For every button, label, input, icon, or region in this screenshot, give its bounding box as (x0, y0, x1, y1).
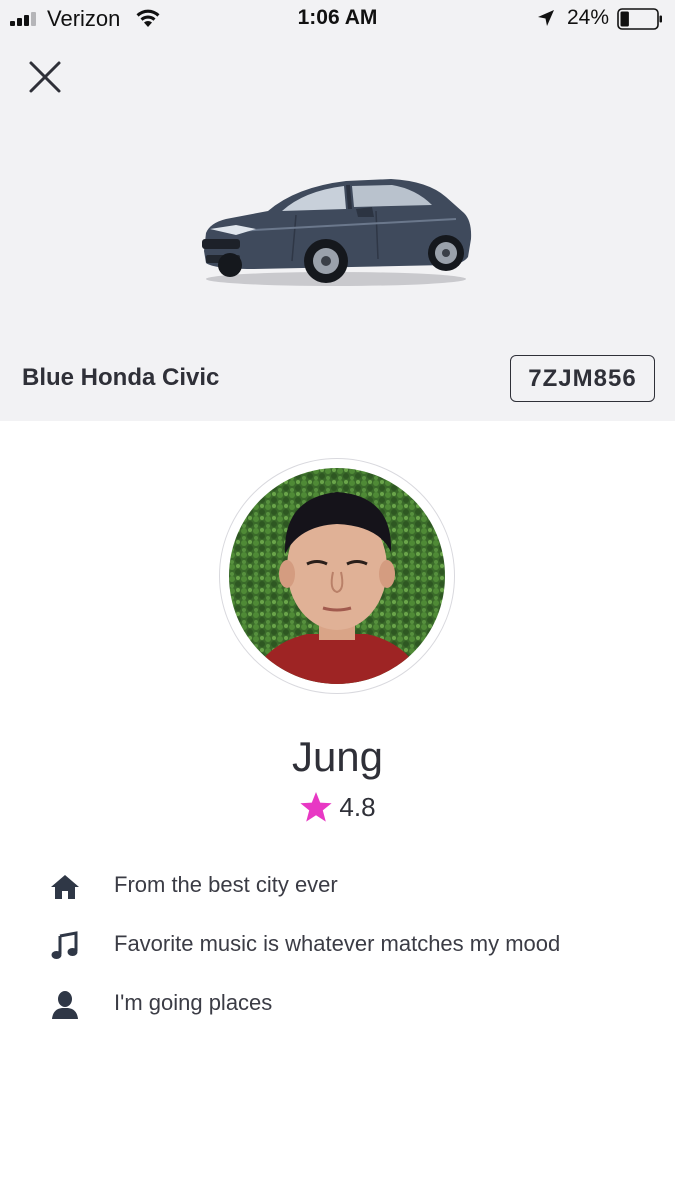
location-arrow-icon (538, 10, 554, 26)
fact-music: Favorite music is whatever matches my mo… (0, 919, 675, 978)
driver-name: Jung (291, 733, 384, 780)
fact-text: I'm going places (114, 990, 273, 1015)
driver-rating: 4.8 (0, 790, 675, 824)
license-plate: 7ZJM856 (510, 355, 655, 402)
car-description: Blue Honda Civic (22, 364, 220, 391)
star-icon (300, 792, 333, 822)
person-icon (52, 991, 78, 1019)
home-icon (51, 875, 79, 899)
rating-value: 4.8 (339, 791, 376, 822)
fact-hometown: From the best city ever (0, 860, 675, 919)
music-note-icon (51, 931, 78, 959)
fact-tagline: I'm going places (0, 978, 675, 1037)
battery-percentage: 24% (567, 6, 610, 29)
battery-icon (617, 8, 662, 30)
driver-avatar (229, 468, 445, 684)
fact-text: Favorite music is whatever matches my mo… (114, 931, 561, 956)
car-image (202, 179, 472, 286)
vehicle-header: Blue Honda Civic 7ZJM856 (0, 38, 675, 421)
driver-facts-list: From the best city ever Favorite music i… (0, 860, 675, 1037)
fact-text: From the best city ever (114, 872, 338, 897)
status-bar: Verizon 1:06 AM 24% (0, 0, 675, 38)
close-button[interactable] (22, 54, 68, 100)
